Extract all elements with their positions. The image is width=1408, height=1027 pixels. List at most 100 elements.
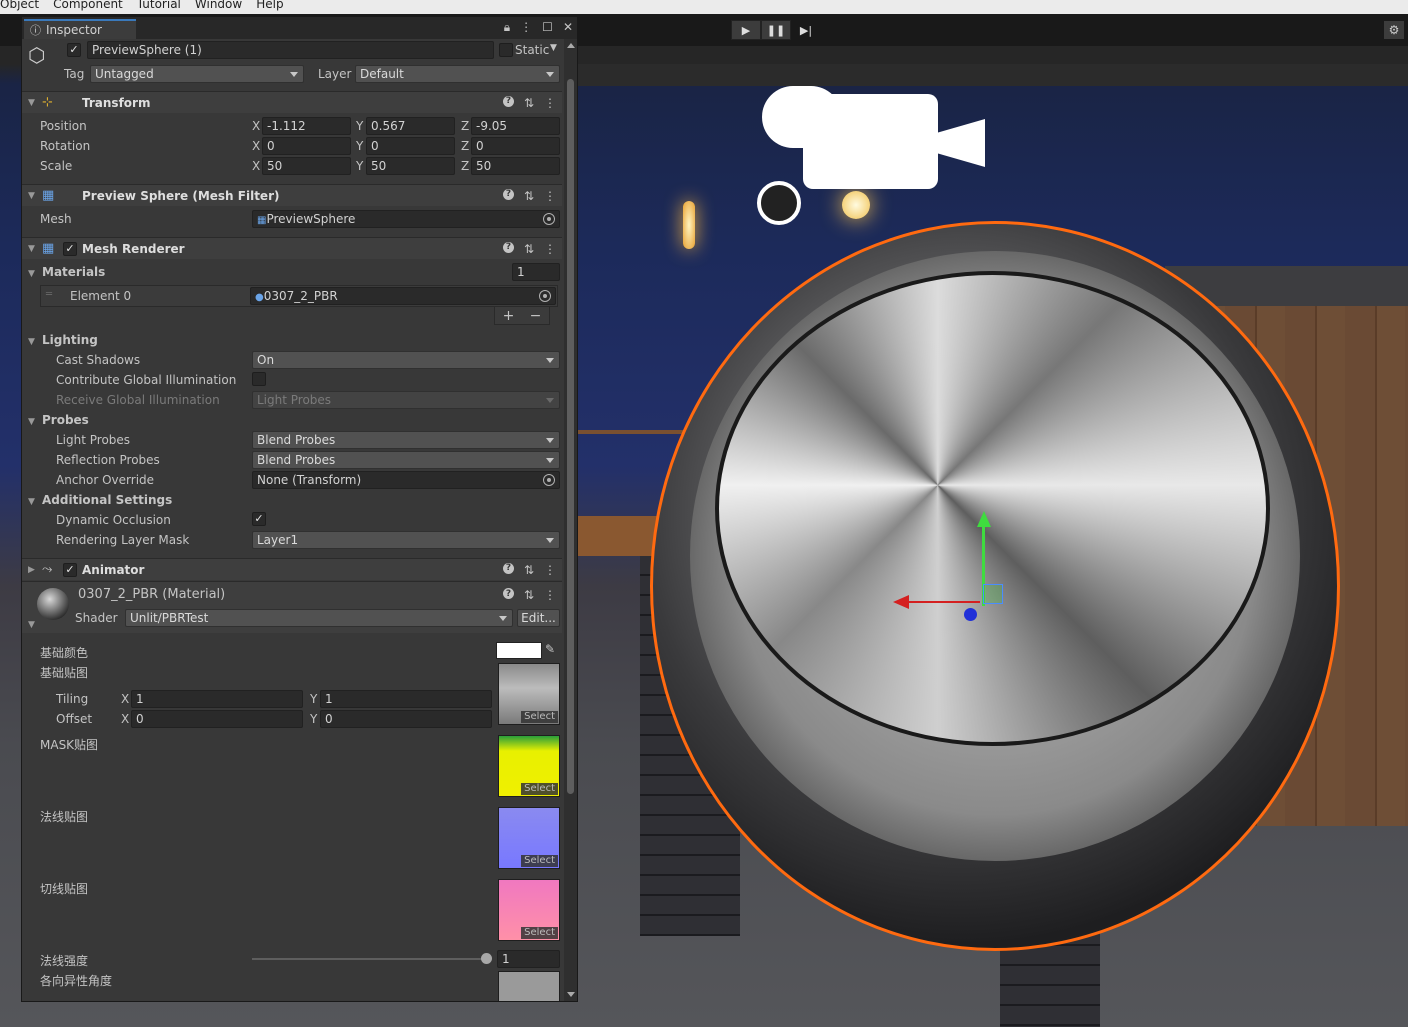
axis-y-label[interactable]: Y	[310, 692, 317, 706]
menu-object[interactable]: Object	[0, 0, 39, 11]
light-probes-dropdown[interactable]: Blend Probes	[252, 431, 560, 449]
cast-shadows-dropdown[interactable]: On	[252, 351, 560, 369]
add-element-button[interactable]: +	[503, 308, 515, 324]
dynamic-occlusion-checkbox[interactable]: ✓	[252, 512, 266, 526]
axis-y-label[interactable]: Y	[356, 119, 363, 133]
move-gizmo-x-axis[interactable]	[905, 601, 980, 603]
more-icon[interactable]: ⋮	[544, 588, 556, 602]
select-button[interactable]: Select	[521, 783, 558, 795]
scale-x-field[interactable]: 50	[262, 157, 351, 175]
axis-y-label[interactable]: Y	[356, 139, 363, 153]
move-gizmo-plane-handle[interactable]	[983, 584, 1003, 604]
play-button[interactable]: ▶	[731, 20, 761, 40]
materials-label[interactable]: Materials	[42, 265, 105, 279]
close-icon[interactable]: ✕	[563, 20, 573, 35]
tiling-x-field[interactable]: 1	[131, 690, 303, 708]
move-gizmo-y-arrow[interactable]	[977, 511, 991, 527]
inspector-scrollbar[interactable]	[564, 39, 577, 1001]
normal-strength-field[interactable]: 1	[497, 950, 560, 968]
preset-icon[interactable]: ⇅	[524, 96, 534, 110]
materials-count-field[interactable]: 1	[512, 263, 560, 281]
step-button[interactable]: ▶|	[791, 20, 821, 40]
menu-help[interactable]: Help	[256, 0, 283, 11]
rotation-z-field[interactable]: 0	[471, 137, 560, 155]
base-map-thumbnail[interactable]: Select	[498, 663, 560, 725]
axis-z-label[interactable]: Z	[461, 159, 469, 173]
axis-y-label[interactable]: Y	[356, 159, 363, 173]
fold-arrow-icon[interactable]: ▼	[28, 98, 35, 108]
fold-arrow-icon[interactable]: ▼	[28, 620, 35, 630]
preset-icon[interactable]: ⇅	[524, 588, 534, 602]
normal-map-thumbnail[interactable]: Select	[498, 807, 560, 869]
eyedropper-icon[interactable]: ✎	[545, 642, 555, 656]
mesh-renderer-header[interactable]: ▼ ▦ ✓ Mesh Renderer ? ⇅ ⋮	[22, 237, 562, 259]
animator-enabled-checkbox[interactable]: ✓	[63, 563, 77, 577]
tab-inspector[interactable]: ⓘ Inspector	[24, 19, 136, 39]
preset-icon[interactable]: ⇅	[524, 242, 534, 256]
more-icon[interactable]: ⋮	[544, 189, 556, 203]
position-y-field[interactable]: 0.567	[366, 117, 455, 135]
fold-arrow-icon[interactable]: ▼	[28, 269, 35, 279]
settings-icon[interactable]: ⚙	[1384, 21, 1404, 39]
tiling-y-field[interactable]: 1	[320, 690, 492, 708]
axis-x-label[interactable]: X	[121, 692, 129, 706]
material-header[interactable]: ▼ 0307_2_PBR (Material) ? ⇅ ⋮ Shader Unl…	[22, 581, 562, 633]
menu-window[interactable]: Window	[195, 0, 242, 11]
scale-y-field[interactable]: 50	[366, 157, 455, 175]
axis-x-label[interactable]: X	[252, 119, 260, 133]
offset-x-field[interactable]: 0	[131, 710, 303, 728]
object-name-field[interactable]: PreviewSphere (1)	[87, 41, 494, 59]
object-picker-icon[interactable]	[543, 474, 555, 486]
static-checkbox[interactable]	[499, 43, 513, 57]
select-button[interactable]: Select	[521, 711, 558, 723]
axis-x-label[interactable]: X	[252, 159, 260, 173]
axis-z-label[interactable]: Z	[461, 119, 469, 133]
scroll-down-icon[interactable]	[567, 992, 575, 997]
select-button[interactable]: Select	[521, 927, 558, 939]
fold-arrow-icon[interactable]: ▼	[28, 417, 35, 427]
move-gizmo-x-arrow[interactable]	[893, 595, 909, 609]
active-checkbox[interactable]: ✓	[67, 43, 81, 57]
mask-map-thumbnail[interactable]: Select	[498, 735, 560, 797]
animator-header[interactable]: ▶ ⤳ ✓ Animator ? ⇅ ⋮	[22, 558, 562, 580]
help-icon[interactable]: ?	[502, 588, 514, 599]
mesh-object-field[interactable]: ▦PreviewSphere	[252, 210, 560, 228]
lighting-label[interactable]: Lighting	[42, 333, 98, 347]
move-gizmo-z-axis[interactable]	[964, 608, 977, 621]
more-icon[interactable]: ⋮	[544, 563, 556, 577]
rotation-y-field[interactable]: 0	[366, 137, 455, 155]
help-icon[interactable]: ?	[502, 562, 514, 574]
position-x-field[interactable]: -1.112	[262, 117, 351, 135]
preset-icon[interactable]: ⇅	[524, 189, 534, 203]
base-color-swatch[interactable]	[496, 642, 542, 659]
lock-icon[interactable]: 🔒︎	[504, 20, 510, 35]
preset-icon[interactable]: ⇅	[524, 563, 534, 577]
fold-arrow-icon[interactable]: ▶	[28, 565, 35, 575]
anisotropy-map-thumbnail[interactable]	[498, 971, 560, 1001]
scrollbar-thumb[interactable]	[567, 79, 574, 794]
drag-handle-icon[interactable]: ═	[46, 289, 52, 300]
more-icon[interactable]: ⋮	[544, 96, 556, 110]
additional-settings-label[interactable]: Additional Settings	[42, 493, 172, 507]
rendering-layer-dropdown[interactable]: Layer1	[252, 531, 560, 549]
object-picker-icon[interactable]	[543, 213, 555, 225]
shader-edit-button[interactable]: Edit...	[517, 609, 560, 627]
probes-label[interactable]: Probes	[42, 413, 89, 427]
axis-y-label[interactable]: Y	[310, 712, 317, 726]
fold-arrow-icon[interactable]: ▼	[28, 497, 35, 507]
normal-strength-slider-track[interactable]	[252, 958, 487, 960]
menu-tutorial[interactable]: Tutorial	[137, 0, 181, 11]
mesh-renderer-enabled-checkbox[interactable]: ✓	[63, 242, 77, 256]
more-icon[interactable]: ⋮	[520, 20, 532, 35]
more-icon[interactable]: ⋮	[544, 242, 556, 256]
static-dropdown-icon[interactable]: ▼	[550, 43, 557, 53]
static-label[interactable]: Static	[515, 43, 549, 57]
tag-dropdown[interactable]: Untagged	[90, 65, 304, 83]
help-icon[interactable]: ?	[502, 95, 514, 107]
anchor-override-field[interactable]: None (Transform)	[252, 471, 560, 489]
offset-y-field[interactable]: 0	[320, 710, 492, 728]
camera-gizmo-icon[interactable]	[803, 94, 938, 189]
contribute-gi-checkbox[interactable]	[252, 372, 266, 386]
help-icon[interactable]: ?	[502, 241, 514, 253]
axis-x-label[interactable]: X	[252, 139, 260, 153]
